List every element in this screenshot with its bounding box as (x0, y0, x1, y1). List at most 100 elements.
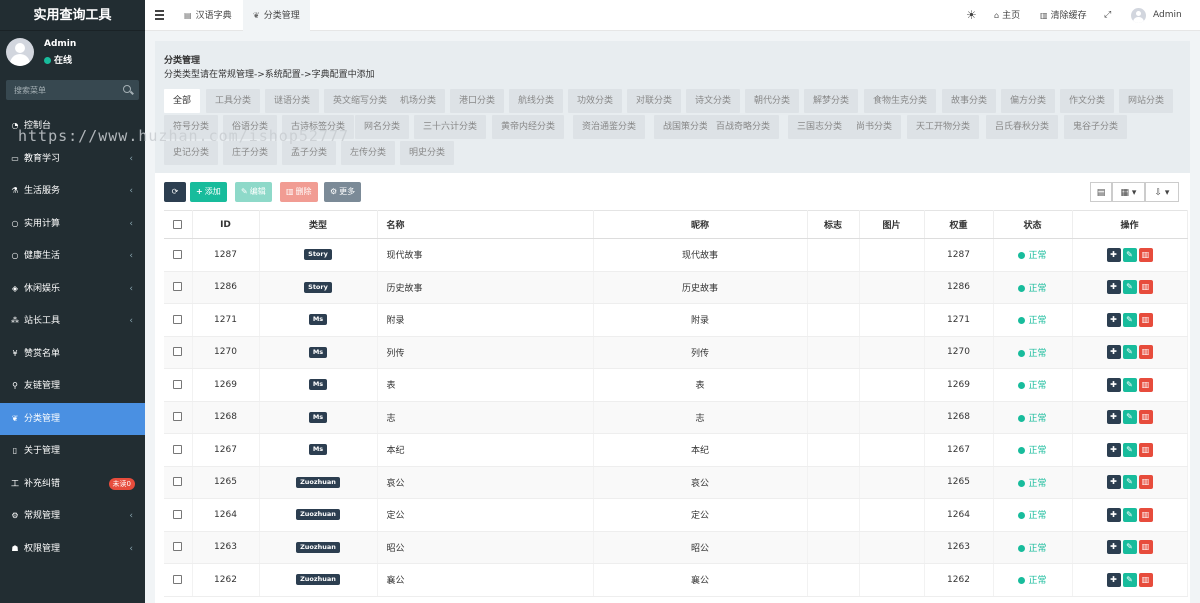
user-avatar[interactable] (1131, 8, 1146, 23)
col-type[interactable]: 类型 (259, 210, 378, 239)
menu-toggle-icon[interactable] (155, 10, 164, 20)
table-row[interactable]: 1267 Ms 本纪 本纪 1267 正常 ✚ ✎ ▥ (164, 433, 1188, 467)
clear-cache-button[interactable]: ▥ 清除缓存 (1040, 0, 1087, 31)
category-tab[interactable]: 史记分类 (164, 141, 219, 165)
table-view-icon[interactable]: ▤ (1090, 182, 1112, 202)
category-tab[interactable]: 英文缩写分类 (324, 89, 397, 113)
sidebar-item[interactable]: ☗ 权限管理 ‹ (0, 533, 145, 566)
theme-toggle-icon[interactable]: ☀ (966, 0, 977, 31)
sidebar-item[interactable]: ◔ 控制台 (0, 110, 145, 143)
category-tab[interactable]: 朝代分类 (745, 89, 800, 113)
edit-row-button[interactable]: ✎ (1122, 475, 1137, 490)
category-tab[interactable]: 古诗标签分类 (282, 115, 355, 139)
row-checkbox[interactable] (173, 509, 183, 519)
col-status[interactable]: 状态 (993, 210, 1073, 239)
col-weight[interactable]: 权重 (924, 210, 994, 239)
category-tab[interactable]: 黄帝内经分类 (492, 115, 565, 139)
category-tab[interactable]: 庄子分类 (223, 141, 278, 165)
table-row[interactable]: 1286 Story 历史故事 历史故事 1286 正常 ✚ ✎ ▥ (164, 271, 1188, 304)
table-row[interactable]: 1264 Zuozhuan 定公 定公 1264 正常 ✚ ✎ ▥ (164, 498, 1188, 532)
edit-row-button[interactable]: ✎ (1122, 540, 1137, 555)
row-checkbox[interactable] (173, 574, 183, 584)
category-tab[interactable]: 功效分类 (568, 89, 623, 113)
category-tab[interactable]: 对联分类 (627, 89, 682, 113)
sidebar-item[interactable]: ⚙ 常规管理 ‹ (0, 500, 145, 533)
edit-row-button[interactable]: ✎ (1122, 410, 1137, 425)
drag-button[interactable]: ✚ (1106, 442, 1121, 457)
sidebar-item[interactable]: ▭ 教育学习 ‹ (0, 143, 145, 176)
category-tab[interactable]: 工具分类 (206, 89, 261, 113)
columns-icon[interactable]: ▦ ▾ (1112, 182, 1145, 202)
sidebar-item[interactable]: ⚲ 友链管理 (0, 370, 145, 403)
row-checkbox[interactable] (173, 314, 183, 324)
table-row[interactable]: 1271 Ms 附录 附录 1271 正常 ✚ ✎ ▥ (164, 303, 1188, 337)
delete-row-button[interactable]: ▥ (1138, 475, 1153, 490)
category-tab[interactable]: 机场分类 (391, 89, 446, 113)
table-row[interactable]: 1268 Ms 志志 1268 正常 ✚ ✎ ▥ (164, 401, 1188, 434)
row-checkbox[interactable] (173, 444, 183, 454)
row-checkbox[interactable] (173, 347, 183, 357)
delete-button[interactable]: ▥ 删除 (280, 182, 318, 202)
sidebar-item[interactable]: ⁂ 站长工具 ‹ (0, 305, 145, 338)
edit-row-button[interactable]: ✎ (1122, 280, 1137, 295)
drag-button[interactable]: ✚ (1106, 280, 1121, 295)
category-tab[interactable]: 吕氏春秋分类 (986, 115, 1059, 139)
category-tab[interactable]: 百战奇略分类 (707, 115, 780, 139)
row-checkbox[interactable] (173, 379, 183, 389)
category-tab[interactable]: 故事分类 (942, 89, 997, 113)
category-tab[interactable]: 三十六计分类 (414, 115, 487, 139)
add-button[interactable]: + 添加 (190, 182, 227, 202)
sidebar-item[interactable]: ◈ 休闲娱乐 ‹ (0, 273, 145, 306)
table-row[interactable]: 1263 Zuozhuan 昭公 昭公 1263 正常 ✚ ✎ ▥ (164, 531, 1188, 564)
sidebar-item[interactable]: ○ 实用计算 ‹ (0, 208, 145, 241)
sidebar-item[interactable]: ⚗ 生活服务 ‹ (0, 175, 145, 208)
drag-button[interactable]: ✚ (1106, 377, 1121, 392)
delete-row-button[interactable]: ▥ (1138, 247, 1153, 262)
drag-button[interactable]: ✚ (1106, 507, 1121, 522)
brand-title[interactable]: 实用查询工具 (0, 0, 145, 31)
category-tab[interactable]: 天工开物分类 (907, 115, 980, 139)
tab-dictionary[interactable]: ▤ 汉语字典 (174, 0, 242, 31)
table-row[interactable]: 1269 Ms 表表 1269 正常 ✚ ✎ ▥ (164, 368, 1188, 402)
category-tab[interactable]: 网站分类 (1119, 89, 1174, 113)
category-tab[interactable]: 尚书分类 (847, 115, 902, 139)
table-row[interactable]: 1265 Zuozhuan 哀公 哀公 1265 正常 ✚ ✎ ▥ (164, 466, 1188, 499)
delete-row-button[interactable]: ▥ (1138, 312, 1153, 327)
row-checkbox[interactable] (173, 249, 183, 259)
drag-button[interactable]: ✚ (1106, 410, 1121, 425)
col-image[interactable]: 图片 (859, 210, 925, 239)
category-tab[interactable]: 谜语分类 (265, 89, 320, 113)
delete-row-button[interactable]: ▥ (1138, 540, 1153, 555)
delete-row-button[interactable]: ▥ (1138, 442, 1153, 457)
category-tab[interactable]: 食物生克分类 (864, 89, 937, 113)
col-id[interactable]: ID (192, 210, 260, 239)
table-row[interactable]: 1262 Zuozhuan 襄公 襄公 1262 正常 ✚ ✎ ▥ (164, 563, 1188, 597)
edit-row-button[interactable]: ✎ (1122, 442, 1137, 457)
top-user-name[interactable]: Admin (1153, 0, 1182, 31)
search-icon[interactable] (123, 85, 131, 93)
more-button[interactable]: ⚙ 更多 (324, 182, 362, 202)
category-tab[interactable]: 明史分类 (400, 141, 455, 165)
category-tab[interactable]: 全部 (164, 89, 201, 113)
category-tab[interactable]: 作文分类 (1060, 89, 1115, 113)
drag-button[interactable]: ✚ (1106, 572, 1121, 587)
sidebar-item[interactable]: ¥ 赞赏名单 (0, 338, 145, 371)
row-checkbox[interactable] (173, 412, 183, 422)
delete-row-button[interactable]: ▥ (1138, 572, 1153, 587)
row-checkbox[interactable] (173, 477, 183, 487)
drag-button[interactable]: ✚ (1106, 247, 1121, 262)
menu-search-input[interactable] (6, 80, 116, 100)
table-row[interactable]: 1270 Ms 列传 列传 1270 正常 ✚ ✎ ▥ (164, 336, 1188, 369)
edit-row-button[interactable]: ✎ (1122, 345, 1137, 360)
category-tab[interactable]: 航线分类 (509, 89, 564, 113)
row-checkbox[interactable] (173, 282, 183, 292)
edit-button[interactable]: ✎ 编辑 (235, 182, 272, 202)
sidebar-item[interactable]: ○ 健康生活 ‹ (0, 240, 145, 273)
edit-row-button[interactable]: ✎ (1122, 377, 1137, 392)
drag-button[interactable]: ✚ (1106, 540, 1121, 555)
category-tab[interactable]: 符号分类 (164, 115, 219, 139)
delete-row-button[interactable]: ▥ (1138, 345, 1153, 360)
category-tab[interactable]: 鬼谷子分类 (1064, 115, 1128, 139)
edit-row-button[interactable]: ✎ (1122, 312, 1137, 327)
col-name[interactable]: 名称 (377, 210, 594, 239)
